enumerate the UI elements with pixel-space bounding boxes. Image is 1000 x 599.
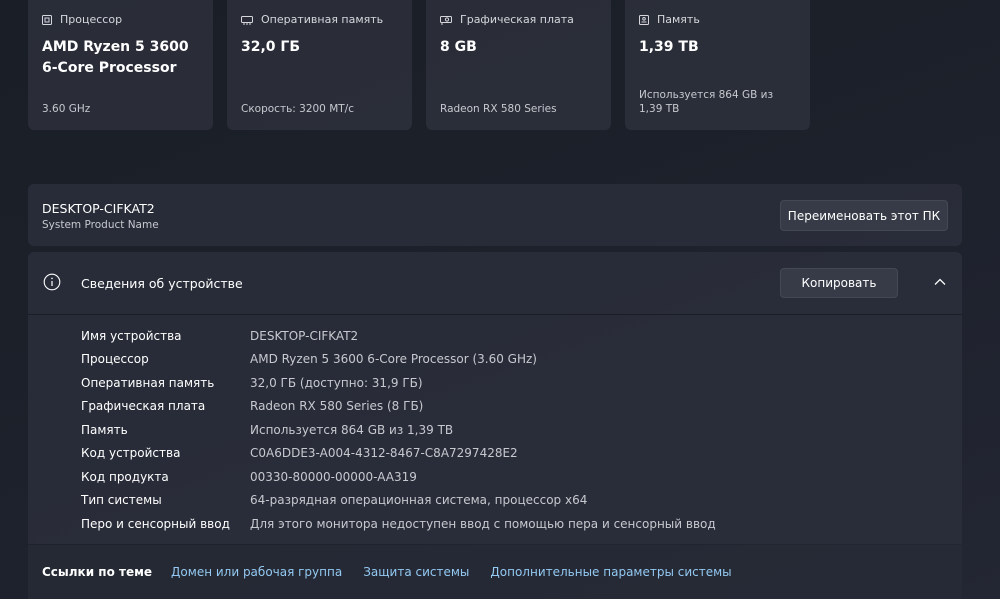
pc-product-name: System Product Name <box>42 219 159 231</box>
card-value: 8 GB <box>440 39 477 55</box>
spec-label: Процессор <box>81 352 149 367</box>
spec-row-processor: Процессор AMD Ryzen 5 3600 6-Core Proces… <box>81 348 716 372</box>
card-value: 1,39 TB <box>639 39 699 55</box>
card-label: Процессор <box>60 13 123 26</box>
spec-label: Память <box>81 422 128 437</box>
card-label: Память <box>657 13 700 26</box>
link-domain-workgroup[interactable]: Домен или рабочая группа <box>171 565 342 579</box>
spec-label: Код продукта <box>81 469 169 484</box>
card-label: Графическая плата <box>460 13 574 26</box>
card-processor: Процессор AMD Ryzen 5 3600 6-Core Proces… <box>28 0 213 130</box>
link-system-protection[interactable]: Защита системы <box>363 565 469 579</box>
spec-value: C0A6DDE3-A004-4312-8467-C8A7297428E2 <box>250 446 518 461</box>
gpu-icon <box>440 15 452 25</box>
pc-name-panel: DESKTOP-CIFKAT2 System Product Name Пере… <box>28 184 962 246</box>
card-label: Оперативная память <box>261 13 384 26</box>
spec-label: Тип системы <box>81 493 162 508</box>
card-sub: Скорость: 3200 MT/с <box>241 103 354 115</box>
card-ram: Оперативная память 32,0 ГБ Скорость: 320… <box>227 0 412 130</box>
spec-row-product-id: Код продукта 00330-80000-00000-AA319 <box>81 465 716 489</box>
spec-row-device-id: Код устройства C0A6DDE3-A004-4312-8467-C… <box>81 442 716 466</box>
storage-icon <box>639 14 649 25</box>
spec-value: AMD Ryzen 5 3600 6-Core Processor (3.60 … <box>250 352 537 367</box>
link-advanced-system-settings[interactable]: Дополнительные параметры системы <box>490 565 731 579</box>
card-value: 32,0 ГБ <box>241 39 301 55</box>
spec-label: Имя устройства <box>81 328 182 343</box>
spec-value: Используется 864 GB из 1,39 TB <box>250 422 454 437</box>
device-specs-panel: Сведения об устройстве Копировать Имя ус… <box>28 252 962 544</box>
cpu-icon <box>42 14 52 25</box>
spec-row-ram: Оперативная память 32,0 ГБ (доступно: 31… <box>81 371 716 395</box>
card-sub: 3.60 GHz <box>42 103 91 115</box>
spec-value: DESKTOP-CIFKAT2 <box>250 328 359 343</box>
spec-value: 00330-80000-00000-AA319 <box>250 469 417 484</box>
spec-value: Radeon RX 580 Series (8 ГБ) <box>250 399 424 414</box>
card-gpu: Графическая плата 8 GB Radeon RX 580 Ser… <box>426 0 611 130</box>
spec-cards: Процессор AMD Ryzen 5 3600 6-Core Proces… <box>28 0 810 130</box>
related-links: Ссылки по теме Домен или рабочая группа … <box>28 545 962 599</box>
spec-value: 64-разрядная операционная система, проце… <box>250 493 588 508</box>
chevron-up-icon[interactable] <box>932 274 948 290</box>
spec-row-device-name: Имя устройства DESKTOP-CIFKAT2 <box>81 324 716 348</box>
card-value: AMD Ryzen 5 3600 6-Core Processor <box>42 39 189 76</box>
device-specs-title: Сведения об устройстве <box>81 276 243 291</box>
spec-list: Имя устройства DESKTOP-CIFKAT2 Процессор… <box>81 324 716 536</box>
related-links-title: Ссылки по теме <box>42 565 153 579</box>
spec-row-pen-touch: Перо и сенсорный ввод Для этого монитора… <box>81 512 716 536</box>
pc-name: DESKTOP-CIFKAT2 <box>42 201 155 216</box>
spec-label: Перо и сенсорный ввод <box>81 516 230 531</box>
spec-value: 32,0 ГБ (доступно: 31,9 ГБ) <box>250 375 423 390</box>
spec-row-gpu: Графическая плата Radeon RX 580 Series (… <box>81 395 716 419</box>
rename-pc-button[interactable]: Переименовать этот ПК <box>780 200 948 231</box>
info-icon <box>43 273 61 291</box>
spec-label: Графическая плата <box>81 399 206 414</box>
card-sub: Используется 864 GB из 1,39 TB <box>639 89 774 115</box>
spec-row-storage: Память Используется 864 GB из 1,39 TB <box>81 418 716 442</box>
card-storage: Память 1,39 TB Используется 864 GB из 1,… <box>625 0 810 130</box>
device-specs-header[interactable]: Сведения об устройстве Копировать <box>28 252 962 315</box>
spec-label: Оперативная память <box>81 375 215 390</box>
ram-icon <box>241 15 253 25</box>
spec-value: Для этого монитора недоступен ввод с пом… <box>250 516 716 531</box>
card-sub: Radeon RX 580 Series <box>440 103 557 115</box>
copy-button[interactable]: Копировать <box>780 268 898 298</box>
spec-row-system-type: Тип системы 64-разрядная операционная си… <box>81 489 716 513</box>
spec-label: Код устройства <box>81 446 181 461</box>
